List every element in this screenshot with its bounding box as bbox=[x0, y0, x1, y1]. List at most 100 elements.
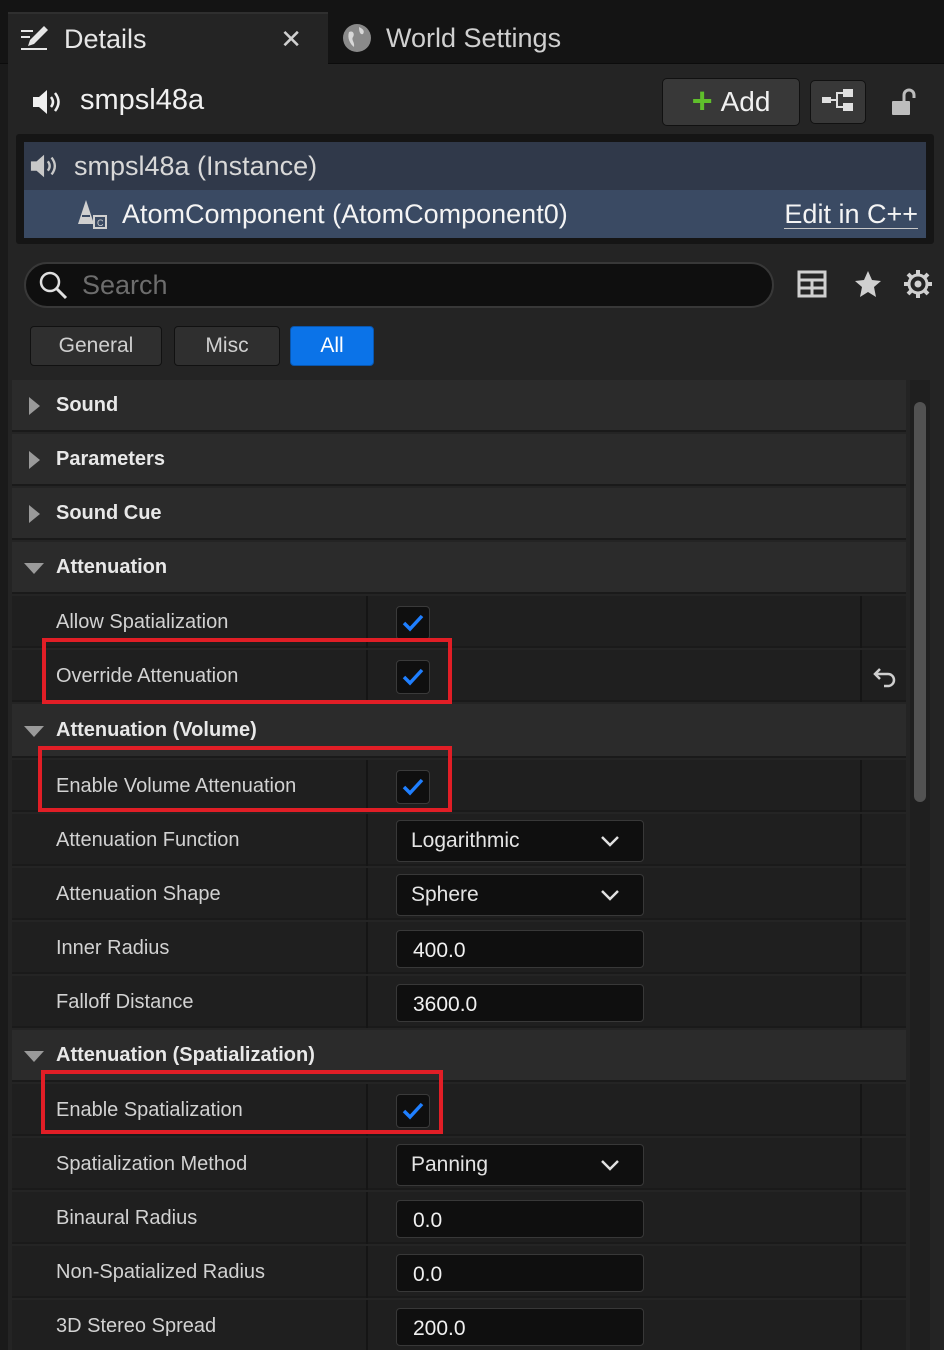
table-icon bbox=[797, 269, 827, 304]
property-row-attenuation-function: Attenuation Function Logarithmic bbox=[12, 814, 906, 866]
property-label: 3D Stereo Spread bbox=[56, 1315, 217, 1337]
category-label: Parameters bbox=[56, 448, 165, 470]
tab-details-label: Details bbox=[64, 23, 147, 54]
favorites-button[interactable] bbox=[850, 268, 886, 304]
blueprint-button[interactable] bbox=[810, 80, 866, 124]
field-value: 200.0 bbox=[413, 1317, 466, 1340]
details-pencil-icon bbox=[18, 22, 52, 56]
checkmark-icon bbox=[402, 614, 424, 632]
filter-all-button[interactable]: All bbox=[290, 326, 374, 366]
property-label: Non-Spatialized Radius bbox=[56, 1261, 266, 1283]
enable-volume-attenuation-checkbox[interactable] bbox=[396, 770, 430, 804]
tree-item-atom-component-label: AtomComponent (AtomComponent0) bbox=[122, 198, 568, 229]
dropdown-value: Sphere bbox=[411, 883, 479, 906]
lock-button[interactable] bbox=[884, 84, 924, 124]
chevron-down-icon bbox=[601, 890, 619, 901]
attenuation-function-dropdown[interactable]: Logarithmic bbox=[396, 820, 644, 862]
falloff-distance-field[interactable]: 3600.0 bbox=[396, 984, 644, 1022]
property-label: Allow Spatialization bbox=[56, 611, 229, 633]
category-attenuation-volume[interactable]: Attenuation (Volume) bbox=[12, 704, 906, 758]
property-grid: Sound Parameters Sound Cue Attenuation A… bbox=[12, 380, 906, 1350]
category-label: Sound bbox=[56, 394, 119, 416]
checkmark-icon bbox=[402, 778, 424, 796]
field-value: 400.0 bbox=[413, 939, 466, 962]
edit-in-cpp-link[interactable]: Edit in C++ bbox=[784, 200, 918, 229]
chevron-down-icon bbox=[601, 1160, 619, 1171]
category-label: Attenuation (Volume) bbox=[56, 719, 257, 741]
property-row-non-spatialized-radius: Non-Spatialized Radius 0.0 bbox=[12, 1246, 906, 1298]
category-sound[interactable]: Sound bbox=[12, 380, 906, 432]
property-label: Override Attenuation bbox=[56, 665, 239, 687]
property-row-binaural-radius: Binaural Radius 0.0 bbox=[12, 1192, 906, 1244]
field-value: 0.0 bbox=[413, 1209, 443, 1232]
tab-world-settings[interactable]: World Settings bbox=[330, 12, 630, 64]
plus-icon: + bbox=[691, 79, 713, 121]
non-spatialized-radius-field[interactable]: 0.0 bbox=[396, 1254, 644, 1292]
field-value: 3600.0 bbox=[413, 993, 478, 1016]
tree-item-instance-label: smpsl48a (Instance) bbox=[74, 150, 318, 181]
filter-general-button[interactable]: General bbox=[30, 326, 162, 366]
search-input[interactable] bbox=[82, 269, 722, 301]
checkmark-icon bbox=[402, 668, 424, 686]
settings-button[interactable] bbox=[900, 268, 936, 304]
enable-spatialization-checkbox[interactable] bbox=[396, 1094, 430, 1128]
reset-to-default-icon[interactable] bbox=[872, 664, 898, 690]
expand-arrow-icon bbox=[24, 450, 44, 470]
tab-details[interactable]: Details ✕ bbox=[8, 12, 328, 64]
spatialization-method-dropdown[interactable]: Panning bbox=[396, 1144, 644, 1186]
tab-world-settings-label: World Settings bbox=[386, 22, 562, 53]
scrollbar-thumb[interactable] bbox=[914, 402, 926, 802]
category-sound-cue[interactable]: Sound Cue bbox=[12, 488, 906, 540]
gear-icon bbox=[902, 268, 934, 305]
checkmark-icon bbox=[402, 1102, 424, 1120]
property-label: Attenuation Function bbox=[56, 829, 240, 851]
property-row-allow-spatialization: Allow Spatialization bbox=[12, 596, 906, 648]
table-view-button[interactable] bbox=[794, 268, 830, 304]
close-icon[interactable]: ✕ bbox=[280, 24, 302, 55]
star-icon bbox=[853, 269, 883, 304]
component-tree: smpsl48a (Instance) C AtomComponent (Ato… bbox=[16, 134, 934, 244]
scrollbar[interactable] bbox=[910, 380, 930, 1350]
binaural-radius-field[interactable]: 0.0 bbox=[396, 1200, 644, 1238]
tree-item-instance[interactable]: smpsl48a (Instance) bbox=[24, 142, 926, 190]
property-row-3d-stereo-spread: 3D Stereo Spread 200.0 bbox=[12, 1300, 906, 1350]
dropdown-value: Logarithmic bbox=[411, 829, 520, 852]
tree-item-atom-component[interactable]: C AtomComponent (AtomComponent0) Edit in… bbox=[24, 190, 926, 238]
category-parameters[interactable]: Parameters bbox=[12, 434, 906, 486]
chevron-down-icon bbox=[601, 836, 619, 847]
property-row-inner-radius: Inner Radius 400.0 bbox=[12, 922, 906, 974]
attenuation-shape-dropdown[interactable]: Sphere bbox=[396, 874, 644, 916]
atom-component-icon: C bbox=[76, 198, 112, 230]
tab-bar: Details ✕ World Settings bbox=[0, 0, 944, 64]
category-attenuation-spatialization[interactable]: Attenuation (Spatialization) bbox=[12, 1030, 906, 1082]
allow-spatialization-checkbox[interactable] bbox=[396, 606, 430, 640]
property-label: Falloff Distance bbox=[56, 991, 194, 1013]
search-icon bbox=[38, 270, 68, 300]
svg-text:C: C bbox=[97, 218, 104, 228]
speaker-icon bbox=[28, 150, 64, 182]
stereo-spread-field[interactable]: 200.0 bbox=[396, 1308, 644, 1346]
inner-radius-field[interactable]: 400.0 bbox=[396, 930, 644, 968]
search-box bbox=[24, 262, 774, 308]
collapse-arrow-icon bbox=[24, 721, 44, 741]
property-row-attenuation-shape: Attenuation Shape Sphere bbox=[12, 868, 906, 920]
add-component-button[interactable]: + Add bbox=[662, 78, 800, 126]
override-attenuation-checkbox[interactable] bbox=[396, 660, 430, 694]
add-button-label: Add bbox=[720, 86, 771, 117]
property-label: Binaural Radius bbox=[56, 1207, 198, 1229]
globe-icon bbox=[340, 21, 374, 55]
speaker-icon bbox=[30, 86, 66, 118]
expand-arrow-icon bbox=[24, 504, 44, 524]
actor-name: smpsl48a bbox=[80, 84, 205, 116]
category-label: Attenuation (Spatialization) bbox=[56, 1044, 315, 1066]
property-row-falloff-distance: Falloff Distance 3600.0 bbox=[12, 976, 906, 1028]
filter-misc-button[interactable]: Misc bbox=[174, 326, 280, 366]
category-label: Sound Cue bbox=[56, 502, 162, 524]
property-row-enable-spatialization: Enable Spatialization bbox=[12, 1084, 906, 1136]
property-row-override-attenuation: Override Attenuation bbox=[12, 650, 906, 702]
dropdown-value: Panning bbox=[411, 1153, 489, 1176]
category-attenuation[interactable]: Attenuation bbox=[12, 542, 906, 594]
collapse-arrow-icon bbox=[24, 558, 44, 578]
property-label: Enable Volume Attenuation bbox=[56, 775, 297, 797]
property-row-spatialization-method: Spatialization Method Panning bbox=[12, 1138, 906, 1190]
